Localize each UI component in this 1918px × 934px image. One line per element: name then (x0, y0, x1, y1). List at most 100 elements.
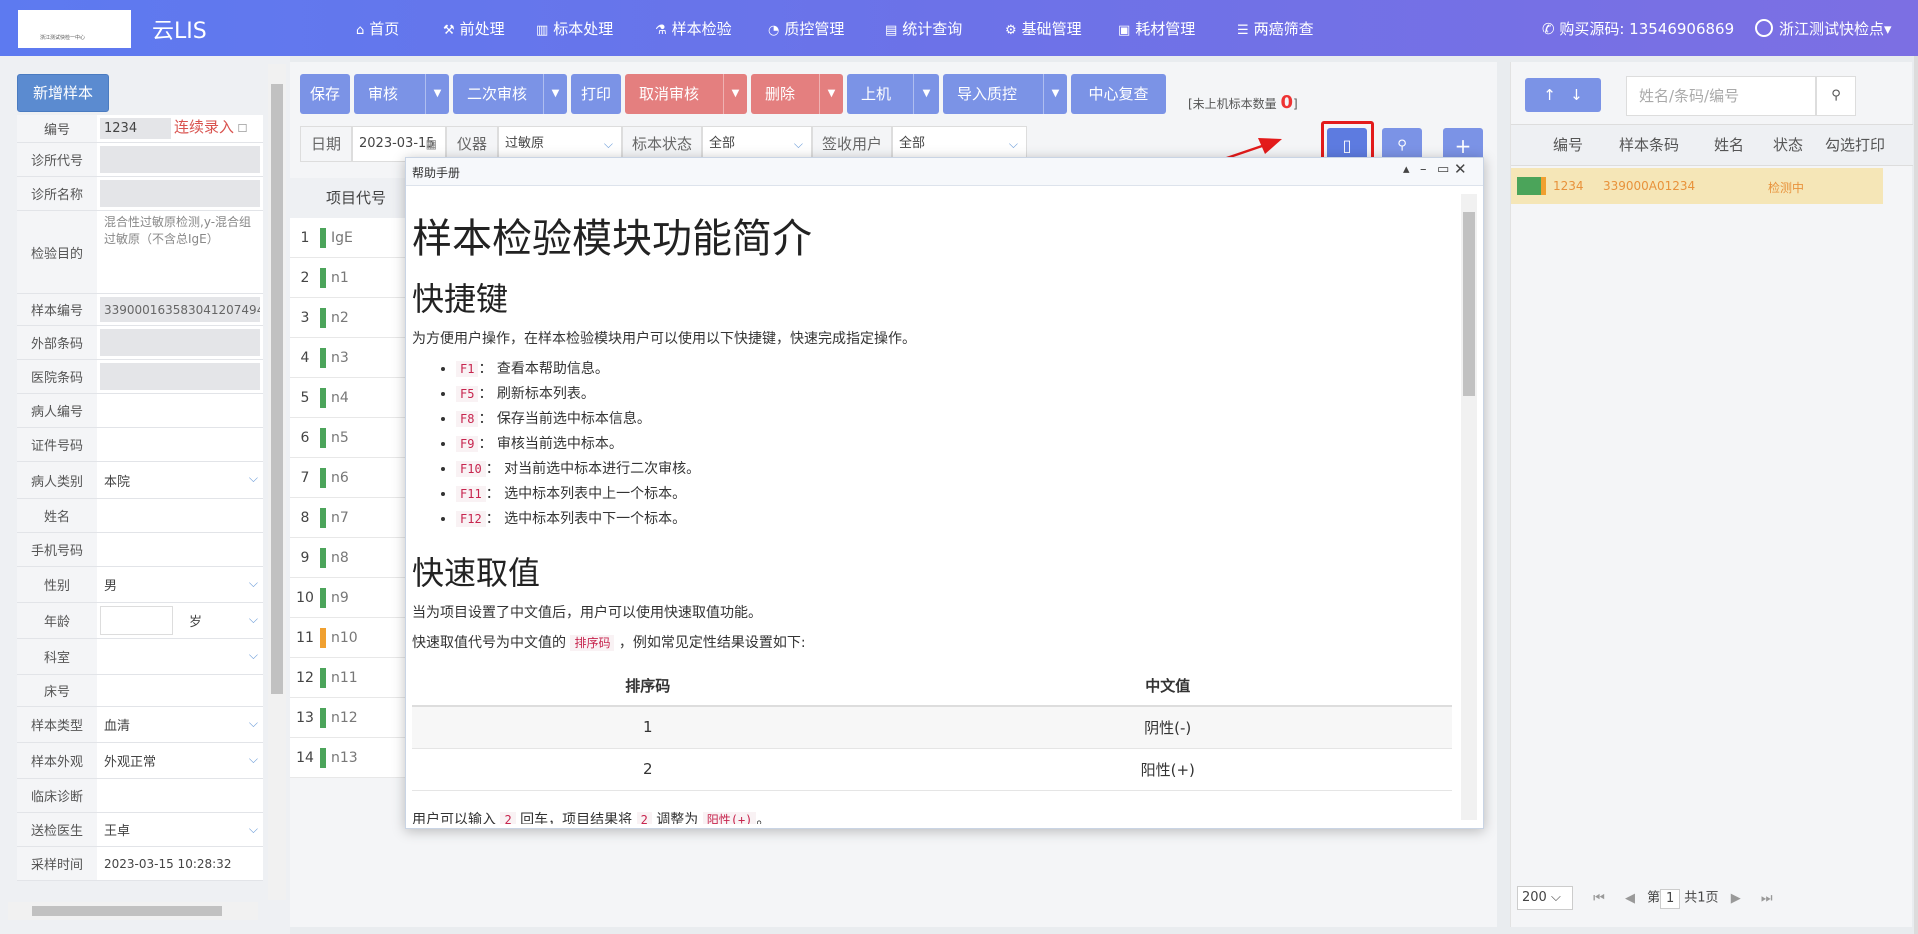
second-audit-button[interactable]: 二次审核 ▼ (453, 74, 567, 114)
field-input[interactable]: 2023-03-15 10:28:32 (100, 850, 260, 877)
status-bar (320, 547, 326, 568)
continuous-entry-checkbox[interactable]: 连续录入 ☐ (174, 116, 247, 137)
field-row: 证件号码 (17, 428, 263, 462)
collapse-icon[interactable]: ▴ (1403, 162, 1410, 177)
field-input[interactable]: 血清 ⌵ (100, 710, 260, 739)
column-print-check: 勾选打印 (1825, 136, 1886, 154)
search-icon[interactable]: ⚲ (1816, 76, 1856, 116)
sample-search-input[interactable]: 姓名/条码/编号 (1626, 76, 1816, 116)
sample-row[interactable]: 1234 339000A01234 检测中 (1511, 168, 1883, 204)
chevron-down-icon: ⌵ (1008, 137, 1018, 151)
left-horizontal-scrollbar[interactable] (8, 902, 258, 920)
field-input[interactable] (100, 329, 260, 356)
field-input[interactable] (100, 180, 260, 207)
maximize-icon[interactable]: ▭ (1437, 162, 1449, 177)
table-row[interactable]: 4 n3 (290, 338, 410, 378)
field-input[interactable]: 王卓 ⌵ (100, 816, 260, 843)
user-menu[interactable]: 浙江测试快检点▾ (1755, 18, 1892, 39)
table-row[interactable]: 9 n8 (290, 538, 410, 578)
status-bar (320, 587, 326, 608)
status-bar (320, 467, 326, 488)
field-input[interactable] (100, 536, 260, 563)
next-page-icon[interactable]: ▶ (1731, 891, 1741, 906)
table-row[interactable]: 5 n4 (290, 378, 410, 418)
status-bar (320, 507, 326, 528)
field-input[interactable] (100, 502, 260, 529)
onboard-button[interactable]: 上机 ▼ (847, 74, 939, 114)
table-row[interactable]: 1 IgE (290, 218, 410, 258)
flask-icon: ⚗ (655, 23, 667, 38)
help-content: 样本检验模块功能简介 快捷键 为方便用户操作，在样本检验模块用户可以使用以下快捷… (412, 188, 1455, 824)
nav-pie-chart[interactable]: ◔ 质控管理 (768, 18, 844, 39)
field-input[interactable]: 外观正常 ⌵ (100, 746, 260, 775)
nav-bar-chart[interactable]: ▤ 统计查询 (885, 18, 962, 39)
print-button[interactable]: 打印 (571, 74, 621, 114)
cancel-audit-button[interactable]: 取消审核 ▼ (625, 74, 747, 114)
page-scrollbar[interactable] (1914, 56, 1918, 934)
delete-button[interactable]: 删除 ▼ (751, 74, 843, 114)
help-scrollbar[interactable] (1461, 194, 1477, 820)
nav-list[interactable]: ☰ 两癌筛查 (1237, 18, 1314, 39)
home-icon: ⌂ (356, 23, 365, 38)
save-button[interactable]: 保存 (300, 74, 350, 114)
chevron-down-icon: ⌵ (248, 716, 258, 730)
nav-flask[interactable]: ⚗ 样本检验 (655, 18, 732, 39)
center-review-button[interactable]: 中心复查 (1071, 74, 1166, 114)
field-input[interactable]: 本院 ⌵ (100, 465, 260, 495)
field-input[interactable]: ⌵ (100, 642, 260, 671)
field-input[interactable] (100, 431, 260, 458)
quick-value-table: 排序码 中文值 1 阴性(-) 2 阳性(+) (412, 666, 1452, 791)
table-row[interactable]: 7 n6 (290, 458, 410, 498)
table-row[interactable]: 12 n11 (290, 658, 410, 698)
pending-count: [未上机标本数量 0] (1188, 92, 1298, 113)
page-size-select[interactable]: 200 ⌵ (1517, 886, 1573, 910)
field-input[interactable] (100, 782, 260, 809)
field-row: 岁 ⌵ 年龄 (17, 603, 263, 639)
table-row[interactable]: 6 n5 (290, 418, 410, 458)
first-page-icon[interactable]: ⏮ (1593, 891, 1605, 906)
chevron-down-icon: ⌵ (248, 822, 258, 836)
nav-gear[interactable]: ⚙ 基础管理 (1005, 18, 1082, 39)
prev-page-icon[interactable]: ◀ (1625, 891, 1635, 906)
table-row[interactable]: 11 n10 (290, 618, 410, 658)
field-input[interactable] (100, 363, 260, 390)
close-icon[interactable]: ✕ (1454, 160, 1467, 178)
minimize-icon[interactable]: – (1420, 162, 1427, 177)
field-input[interactable]: 混合性过敏原检测,y-混合组过敏原（不含总IgE） (100, 214, 260, 290)
import-qc-button[interactable]: 导入质控 ▼ (943, 74, 1067, 114)
item-code-header: 项目代号 (290, 178, 410, 218)
table-row[interactable]: 3 n2 (290, 298, 410, 338)
field-input[interactable] (100, 397, 260, 424)
quick-value-p1: 当为项目设置了中文值后，用户可以使用快速取值功能。 (412, 605, 762, 621)
sort-buttons[interactable]: ↑ ↓ (1525, 78, 1601, 112)
table-row[interactable]: 10 n9 (290, 578, 410, 618)
last-page-icon[interactable]: ⏭ (1761, 891, 1773, 906)
field-input[interactable]: 1234 (100, 118, 171, 139)
field-label: 编号 (17, 115, 97, 142)
nav-barcode[interactable]: ▥ 标本处理 (536, 18, 613, 39)
field-label: 证件号码 (17, 428, 97, 461)
field-input[interactable]: 男 ⌵ (100, 570, 260, 599)
field-input[interactable]: 3390001635830412074946 (100, 297, 260, 322)
field-label: 床号 (17, 675, 97, 706)
field-label: 采样时间 (17, 847, 97, 880)
field-input[interactable] (100, 606, 173, 635)
nav-briefcase[interactable]: ▣ 耗材管理 (1118, 18, 1195, 39)
audit-button[interactable]: 审核 ▼ (354, 74, 449, 114)
new-sample-button[interactable]: 新增样本 (17, 74, 109, 112)
table-row[interactable]: 13 n12 (290, 698, 410, 738)
field-label: 姓名 (17, 499, 97, 532)
page-input[interactable]: 1 (1660, 888, 1681, 909)
field-input[interactable] (100, 146, 260, 173)
table-row[interactable]: 2 n1 (290, 258, 410, 298)
nav-home[interactable]: ⌂ 首页 (356, 18, 399, 39)
bar-chart-icon: ▤ (885, 23, 898, 38)
top-navbar: 浙江测试快检一中心 云LIS ⌂ 首页 ⚒ 前处理 ▥ 标本处理 ⚗ 样本检验 ◔ 质控管理 ▤ 统计… (0, 0, 1918, 56)
table-row[interactable]: 8 n7 (290, 498, 410, 538)
nav-wrench[interactable]: ⚒ 前处理 (443, 18, 505, 39)
app-title: 云LIS (152, 19, 207, 44)
left-vertical-scrollbar[interactable] (268, 64, 286, 900)
age-unit-select[interactable]: 岁 ⌵ (185, 606, 260, 635)
table-row[interactable]: 14 n13 (290, 738, 410, 778)
field-input[interactable] (100, 678, 260, 703)
